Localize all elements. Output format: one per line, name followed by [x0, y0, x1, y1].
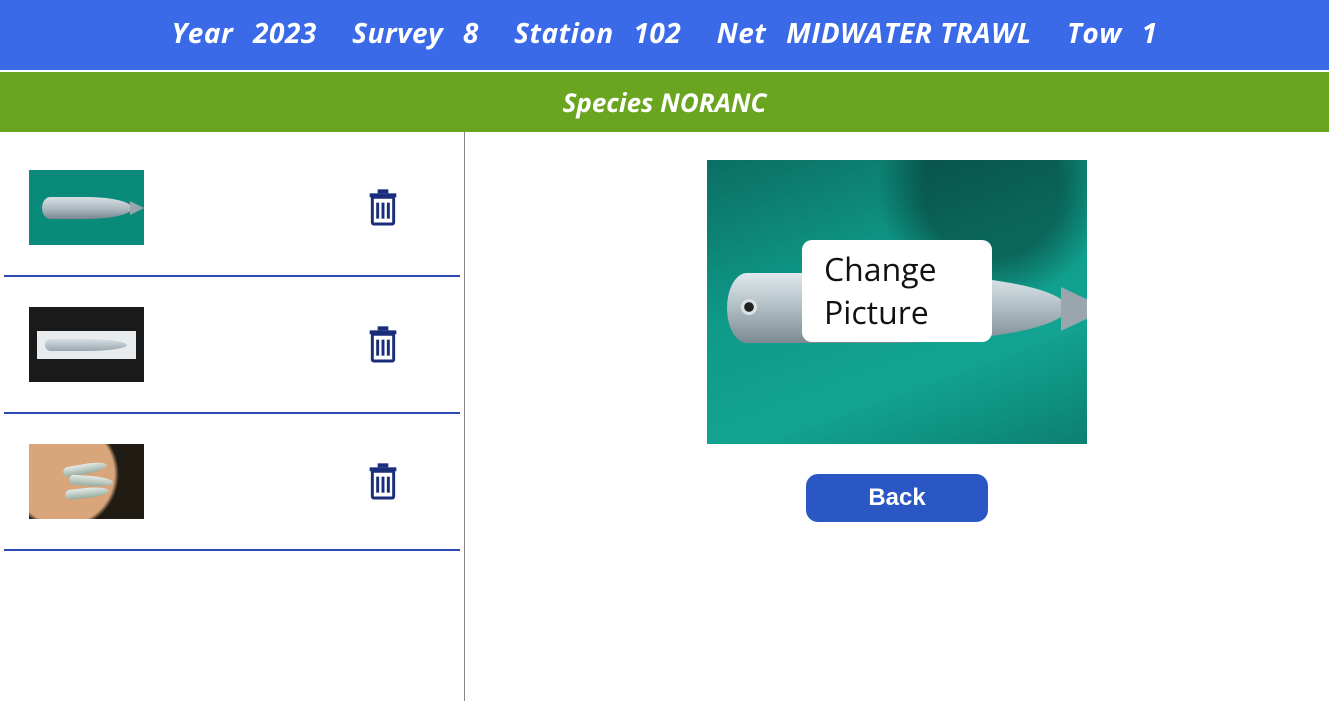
- photo-thumbnail[interactable]: [29, 444, 144, 519]
- station-label: Station: [514, 14, 614, 52]
- photo-thumbnail[interactable]: [29, 307, 144, 382]
- trash-icon: [367, 188, 399, 228]
- delete-button[interactable]: [366, 325, 400, 365]
- list-item: [4, 132, 460, 277]
- net-value: MIDWATER TRAWL: [786, 14, 1032, 52]
- list-item: [4, 277, 460, 414]
- species-value: NORANC: [660, 84, 766, 120]
- tow-label: Tow: [1067, 14, 1122, 52]
- photo-preview: Change Picture: [707, 160, 1087, 444]
- preview-pane: Change Picture Back: [465, 132, 1329, 701]
- survey-label: Survey: [352, 14, 443, 52]
- species-header: Species NORANC: [0, 70, 1329, 132]
- survey-header: Year 2023 Survey 8 Station 102 Net MIDWA…: [0, 0, 1329, 70]
- thumbnail-list: [0, 132, 465, 701]
- year-label: Year: [172, 14, 234, 52]
- station-value: 102: [634, 14, 682, 52]
- back-button[interactable]: Back: [806, 474, 987, 522]
- list-item: [4, 414, 460, 551]
- trash-icon: [367, 462, 399, 502]
- photo-thumbnail[interactable]: [29, 170, 144, 245]
- year-value: 2023: [253, 14, 317, 52]
- delete-button[interactable]: [366, 462, 400, 502]
- tow-value: 1: [1142, 14, 1158, 52]
- species-label: Species: [563, 84, 654, 120]
- delete-button[interactable]: [366, 188, 400, 228]
- change-picture-button[interactable]: Change Picture: [802, 240, 992, 342]
- net-label: Net: [717, 14, 767, 52]
- survey-value: 8: [463, 14, 479, 52]
- trash-icon: [367, 325, 399, 365]
